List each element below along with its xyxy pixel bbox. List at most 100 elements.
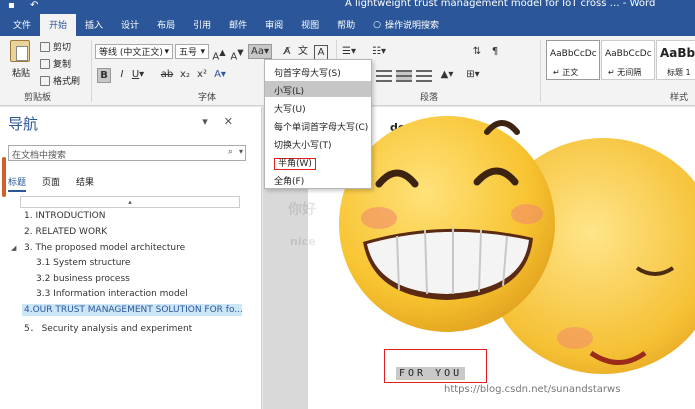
paste-button[interactable]: 粘贴 — [12, 66, 30, 79]
nav-search-placeholder: 在文档中搜索 — [12, 151, 67, 161]
subscript-button[interactable]: x₂ — [178, 68, 192, 83]
menu-item-full-width[interactable]: 全角(F) — [265, 171, 371, 187]
clear-format-icon[interactable]: A̸ — [280, 45, 294, 60]
nav-search-input[interactable]: 在文档中搜索 ⌕ ▾ — [8, 145, 246, 161]
tab-home[interactable]: 开始 — [40, 14, 77, 36]
nav-heading[interactable]: 2. RELATED WORK — [24, 227, 107, 237]
tab-view[interactable]: 视图 — [292, 14, 328, 36]
nav-heading[interactable]: 1. INTRODUCTION — [24, 211, 105, 221]
chevron-down-icon[interactable]: ▾ — [239, 147, 243, 156]
font-size-select[interactable]: 五号 ▾ — [175, 44, 209, 59]
tab-references[interactable]: 引用 — [184, 14, 220, 36]
half-width-label: 半角(W) — [274, 158, 316, 170]
style-sample: AaBb — [660, 46, 695, 60]
line-spacing-icon[interactable] — [416, 70, 432, 82]
font-size-value: 五号 — [179, 48, 198, 58]
menu-item-lowercase[interactable]: 小写(L) — [265, 81, 371, 97]
tab-file[interactable]: 文件 — [4, 14, 40, 36]
bold-button[interactable]: B — [97, 68, 111, 83]
blush-right — [511, 204, 543, 224]
align-left-icon[interactable] — [376, 70, 392, 82]
style-no-spacing[interactable]: AaBbCcDc ↵ 无间隔 — [601, 40, 655, 80]
superscript-button[interactable]: x² — [195, 68, 209, 83]
title-bar: ▪ ↶ A lightweight trust management model… — [0, 0, 695, 14]
paragraph-group-label: 段落 — [420, 93, 439, 103]
tab-design[interactable]: 设计 — [112, 14, 148, 36]
cut-button[interactable]: 剪切 — [40, 40, 71, 53]
nav-tab-headings[interactable]: 标题 — [8, 175, 27, 192]
grow-font-button[interactable]: A▲ — [212, 45, 226, 62]
top-eye — [484, 120, 520, 135]
nav-heading-selected[interactable]: 4.OUR TRUST MANAGEMENT SOLUTION FOR fo..… — [22, 304, 242, 316]
nav-heading[interactable]: 5． Security analysis and experiment — [24, 321, 192, 334]
nav-tab-results[interactable]: 结果 — [76, 175, 94, 192]
sort-icon[interactable]: ⇅ — [470, 45, 484, 60]
tell-me-search[interactable]: ○ 操作说明搜索 — [364, 14, 448, 36]
format-painter-button[interactable]: 格式刷 — [40, 74, 80, 87]
paste-icon[interactable] — [10, 40, 30, 62]
tab-layout[interactable]: 布局 — [148, 14, 184, 36]
shading-icon[interactable]: ▲▾ — [440, 68, 454, 83]
style-heading-1[interactable]: AaBb 标题 1 — [656, 40, 695, 80]
search-icon[interactable]: ⌕ — [228, 147, 233, 157]
underline-button[interactable]: U▾ — [131, 68, 145, 83]
selected-text[interactable]: FOR YOU — [396, 367, 466, 380]
tell-me-label: 操作说明搜索 — [385, 21, 440, 31]
shrink-font-button[interactable]: A▼ — [230, 45, 244, 62]
menu-item-sentence-case[interactable]: 句首字母大写(S) — [265, 63, 371, 79]
font-name-value: 等线 (中文正文) — [99, 48, 163, 58]
faded-text: 你好 — [288, 202, 316, 218]
tab-insert[interactable]: 插入 — [76, 14, 112, 36]
style-name: ↵ 正文 — [553, 68, 579, 77]
borders-icon[interactable]: ⊞▾ — [466, 68, 480, 83]
nav-tab-pages[interactable]: 页面 — [42, 175, 60, 192]
nav-heading[interactable]: 3. The proposed model architecture — [24, 243, 185, 253]
numbering-icon[interactable]: ☷▾ — [372, 45, 386, 60]
font-group-label: 字体 — [198, 93, 217, 103]
menu-item-toggle-case[interactable]: 切换大小写(T) — [265, 135, 371, 151]
menu-item-half-width[interactable]: 半角(W) — [265, 153, 371, 170]
navigation-pane: 导航 ▾✕ 在文档中搜索 ⌕ ▾ 标题 页面 结果 ▴ 1. INTRODUCT… — [0, 107, 262, 409]
blush-left — [361, 207, 397, 229]
phonetic-guide-icon[interactable]: 文 — [296, 45, 310, 60]
change-case-button[interactable]: Aa▾ — [248, 44, 272, 59]
copy-label: 复制 — [53, 60, 72, 70]
lightbulb-icon: ○ — [373, 19, 382, 30]
bullets-icon[interactable]: ☰▾ — [342, 45, 356, 60]
nav-heading[interactable]: 3.1 System structure — [36, 258, 130, 268]
style-normal[interactable]: AaBbCcDc ↵ 正文 — [546, 40, 600, 80]
menu-item-uppercase[interactable]: 大写(U) — [265, 99, 371, 115]
window-title: A lightweight trust management model for… — [345, 0, 656, 9]
quick-access-icons[interactable]: ▪ ↶ — [8, 0, 44, 11]
collapse-all-icon[interactable]: ▴ — [20, 196, 240, 208]
chevron-down-icon: ▾ — [200, 46, 205, 57]
styles-group-label: 样式 — [670, 93, 689, 103]
nav-tabs: 标题 页面 结果 — [8, 175, 94, 192]
text-effects-button[interactable]: A▾ — [213, 68, 227, 83]
nav-heading[interactable]: 3.3 Information interaction model — [36, 289, 188, 299]
strikethrough-button[interactable]: ab — [160, 68, 174, 83]
font-name-select[interactable]: 等线 (中文正文) ▾ — [95, 44, 173, 59]
watermark: https://blog.csdn.net/sunandstarws — [444, 384, 621, 395]
change-case-label: Aa — [251, 46, 264, 57]
menu-item-capitalize-each-word[interactable]: 每个单词首字母大写(C) — [265, 117, 371, 133]
expand-caret-icon[interactable]: ◢ — [11, 244, 16, 252]
tab-mailings[interactable]: 邮件 — [220, 14, 256, 36]
cut-label: 剪切 — [53, 43, 72, 53]
style-sample: AaBbCcDc — [605, 49, 652, 59]
nav-heading[interactable]: 3.2 business process — [36, 274, 130, 284]
copy-button[interactable]: 复制 — [40, 57, 71, 70]
char-border-icon[interactable]: A — [314, 45, 328, 60]
style-name: ↵ 无间隔 — [608, 68, 642, 77]
tab-help[interactable]: 帮助 — [328, 14, 364, 36]
italic-button[interactable]: I — [115, 68, 129, 83]
justify-icon[interactable] — [396, 70, 412, 82]
show-marks-icon[interactable]: ¶ — [488, 45, 502, 60]
style-name-text: 正文 — [562, 68, 579, 77]
separator — [540, 40, 541, 102]
ribbon-tabs: 文件 开始 插入 设计 布局 引用 邮件 审阅 视图 帮助 ○ 操作说明搜索 — [0, 14, 695, 36]
copy-icon — [40, 58, 50, 69]
tab-review[interactable]: 审阅 — [256, 14, 292, 36]
chevron-down-icon: ▾ — [164, 46, 169, 57]
nav-pane-controls[interactable]: ▾✕ — [202, 115, 249, 128]
